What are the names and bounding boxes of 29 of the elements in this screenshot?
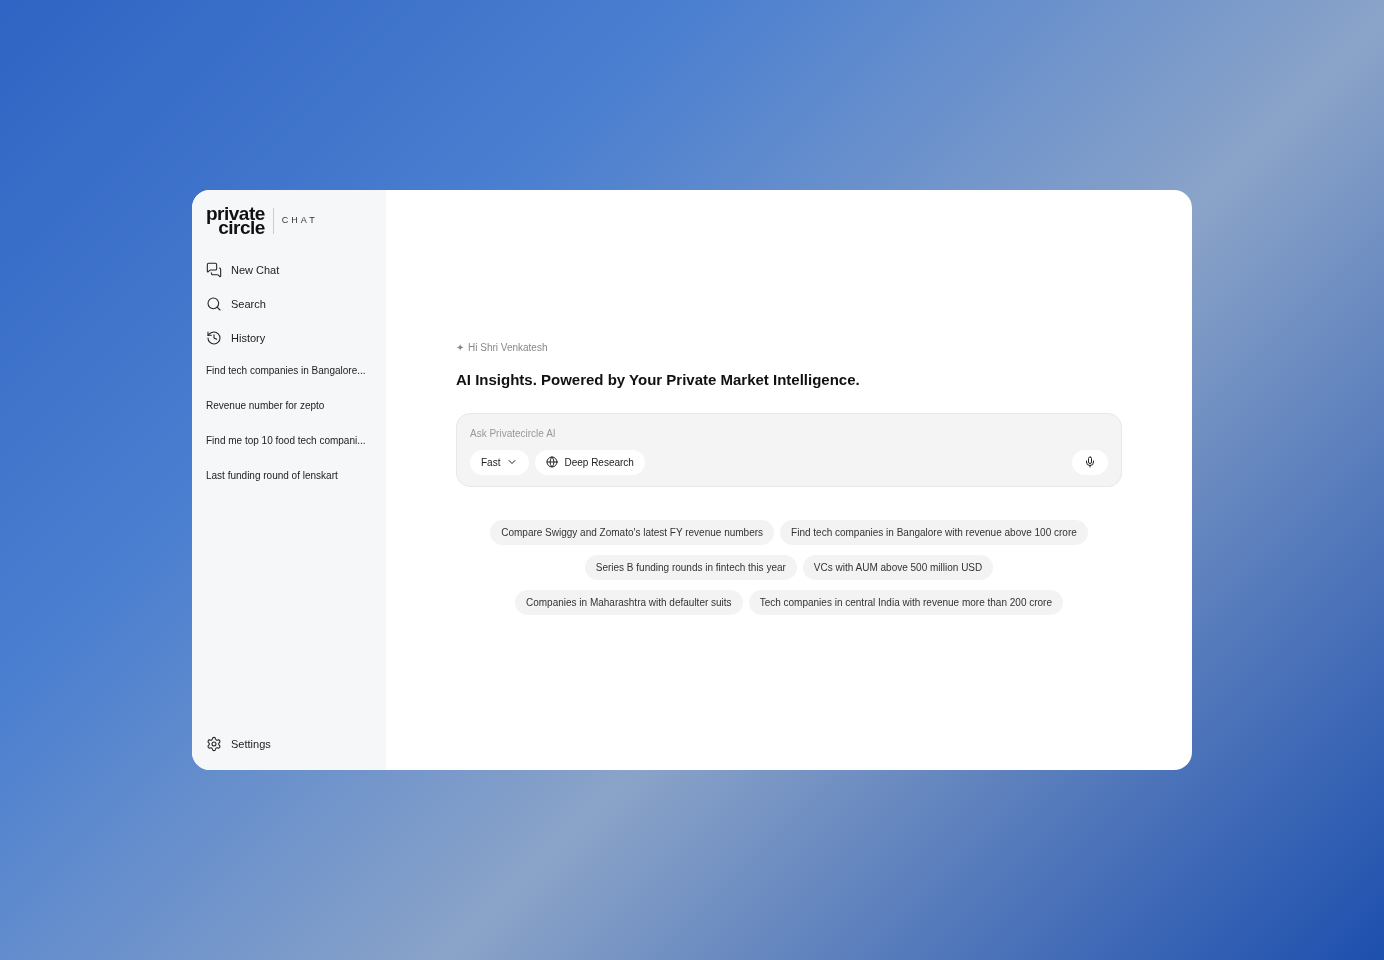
nav-item[interactable]: Search	[206, 295, 372, 313]
recent-chat-item[interactable]: Last funding round of lenskart	[206, 468, 372, 483]
suggestion-chip[interactable]: Find tech companies in Bangalore with revenue above 100 crore	[780, 519, 1088, 545]
settings-icon	[206, 735, 222, 752]
search-icon	[206, 296, 222, 312]
logo: private circle	[206, 207, 265, 235]
greeting: Hi Shri Venkatesh	[468, 341, 548, 355]
recent-chat-item[interactable]: Find me top 10 food tech compani...	[206, 433, 372, 448]
suggestion-chip[interactable]: Series B funding rounds in fintech this year	[584, 554, 797, 580]
settings-item[interactable]: Settings	[206, 735, 372, 752]
sparkle-icon: ✦	[456, 340, 464, 355]
prompt-input[interactable]: Ask Privatecircle AI	[470, 426, 1108, 441]
globe-icon	[546, 456, 559, 468]
headline: AI Insights. Powered by Your Private Market Intelligence.	[456, 370, 861, 390]
suggestion-chip[interactable]: VCs with AUM above 500 million USD	[802, 554, 994, 580]
recent-chat-item[interactable]: Revenue number for zepto	[206, 398, 372, 413]
history-icon	[206, 330, 222, 346]
mode-dropdown[interactable]: Fast	[470, 449, 530, 475]
deep-research-button[interactable]: Deep Research	[535, 449, 645, 475]
microphone-icon	[1084, 456, 1096, 468]
suggestion-chip[interactable]: Companies in Maharashtra with defaulter suits	[514, 589, 743, 615]
chat-bubbles-icon	[206, 262, 222, 278]
nav-item[interactable]: New Chat	[206, 261, 372, 279]
recent-chat-item[interactable]: Find tech companies in Bangalore...	[206, 363, 372, 378]
microphone-button[interactable]	[1072, 449, 1108, 475]
product-label: CHAT	[281, 214, 318, 228]
suggestion-chip[interactable]: Tech companies in central India with revenue more than 200 crore	[748, 589, 1063, 615]
suggestion-chip[interactable]: Compare Swiggy and Zomato's latest FY revenue numbers	[490, 519, 775, 545]
nav-item[interactable]: History	[206, 329, 372, 347]
